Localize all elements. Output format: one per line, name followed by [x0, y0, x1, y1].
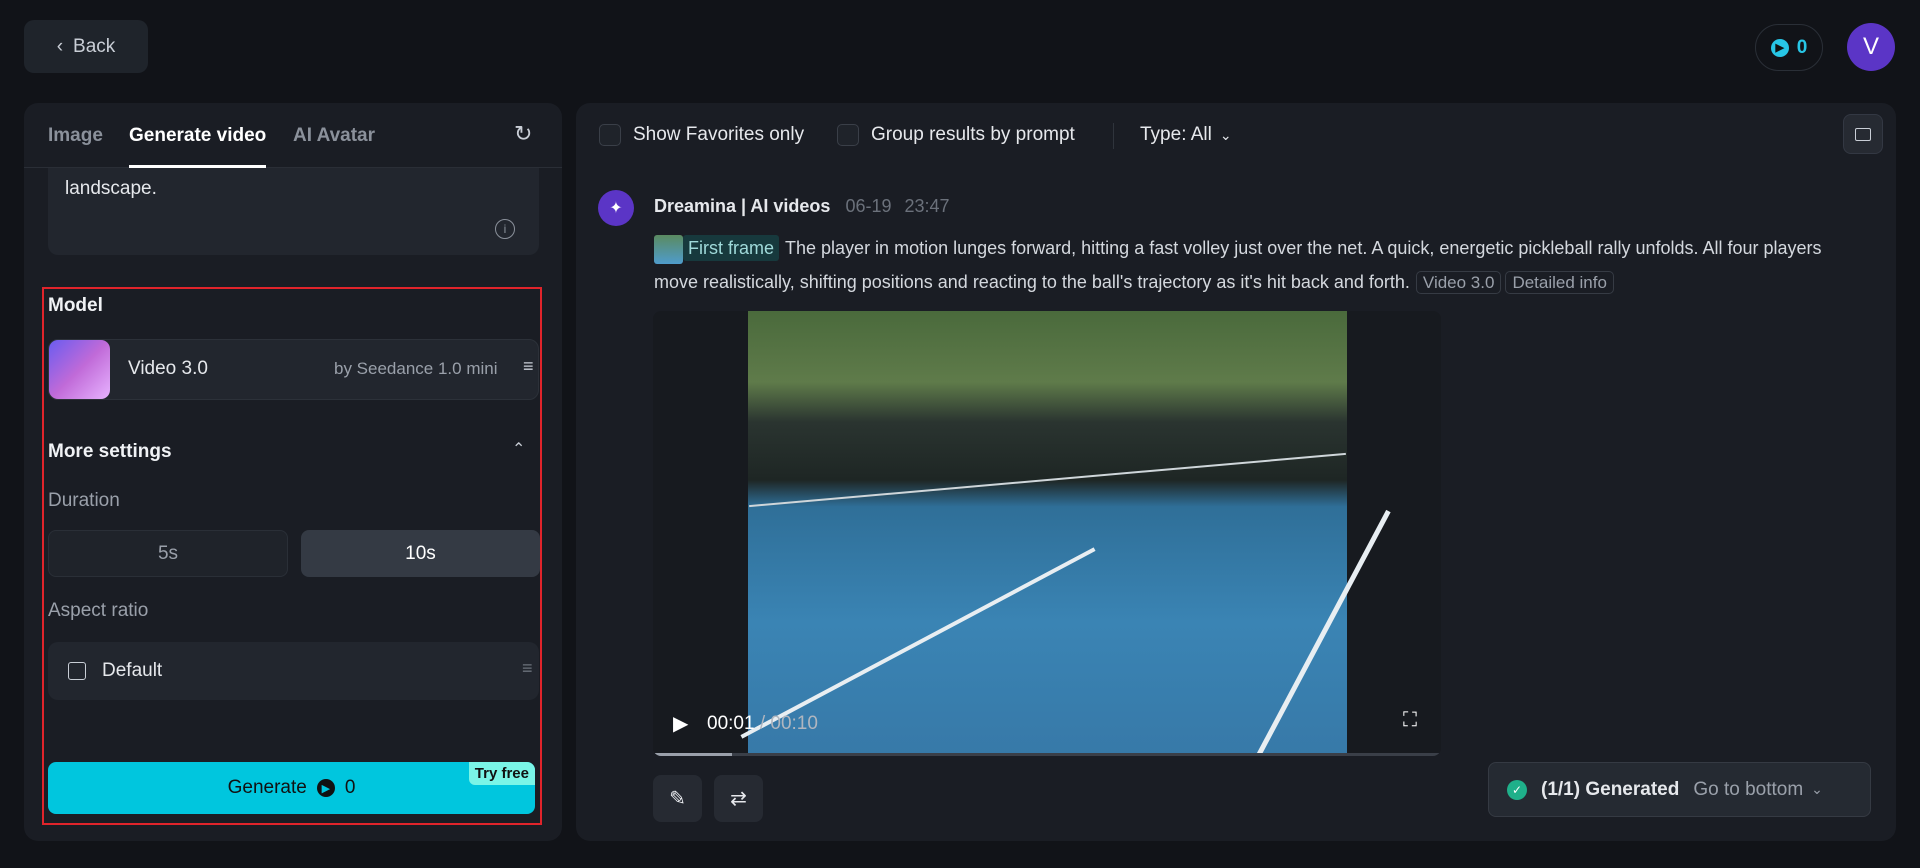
credit-coin-icon: ▶ — [316, 779, 335, 797]
result-time: 23:47 — [904, 196, 950, 216]
duration-10s-button[interactable]: 10s — [301, 530, 540, 577]
folder-button[interactable] — [1843, 114, 1883, 154]
check-circle-icon: ✓ — [1507, 779, 1527, 800]
model-selector[interactable]: Video 3.0 by Seedance 1.0 mini ≡ — [48, 339, 539, 400]
court-line — [1245, 509, 1391, 756]
credits-badge[interactable]: ▶ 0 — [1755, 24, 1823, 71]
model-tag: Video 3.0 — [1415, 271, 1502, 294]
video-player[interactable]: ▶ 00:01 / 00:10 ⛶ — [653, 311, 1441, 756]
model-label: Model — [48, 295, 103, 316]
video-progress-bar[interactable] — [653, 753, 1441, 756]
court-line — [740, 547, 1096, 739]
model-name: Video 3.0 — [128, 358, 208, 379]
divider — [1113, 123, 1114, 149]
chevron-left-icon: ‹ — [56, 35, 64, 57]
first-frame-tag[interactable]: First frame — [683, 235, 780, 261]
play-icon[interactable]: ▶ — [673, 711, 688, 736]
prompt-input[interactable]: landscape. i — [48, 168, 539, 255]
result-prompt: First frame The player in motion lunges f… — [654, 231, 1864, 300]
duration-5s-button[interactable]: 5s — [48, 530, 288, 577]
sliders-icon[interactable]: ≡ — [523, 356, 534, 377]
tab-ai-avatar[interactable]: AI Avatar — [293, 125, 375, 147]
fullscreen-icon[interactable]: ⛶ — [1403, 709, 1417, 732]
generation-status[interactable]: ✓ (1/1) Generated Go to bottom ⌄ — [1488, 762, 1871, 817]
folder-icon — [1855, 127, 1871, 141]
first-frame-thumbnail[interactable] — [654, 234, 683, 264]
go-to-bottom-link[interactable]: Go to bottom — [1693, 779, 1803, 801]
reset-icon[interactable]: ↻ — [514, 121, 532, 147]
dreamina-logo-icon: ✦ — [598, 190, 634, 226]
duration-label: Duration — [48, 490, 120, 511]
repeat-icon: ⇄ — [730, 788, 747, 810]
video-frame — [740, 311, 1391, 756]
result-header: Dreamina | AI videos 06-19 23:47 — [654, 196, 950, 217]
pencil-icon: ✎ — [669, 788, 686, 810]
chevron-down-icon: ⌄ — [1811, 781, 1823, 797]
generation-settings-panel: Image Generate video AI Avatar ↻ landsca… — [24, 103, 562, 841]
result-date: 06-19 — [845, 196, 892, 216]
aspect-ratio-label: Aspect ratio — [48, 600, 149, 621]
court-net — [749, 452, 1346, 508]
try-free-badge: Try free — [468, 762, 535, 785]
aspect-ratio-icon — [68, 662, 86, 680]
model-provider: by Seedance 1.0 mini — [334, 359, 498, 378]
info-icon[interactable]: i — [495, 219, 515, 239]
video-progress-fill — [653, 753, 732, 756]
tab-image[interactable]: Image — [48, 125, 103, 147]
user-avatar[interactable]: V — [1847, 23, 1895, 71]
detailed-info-button[interactable]: Detailed info — [1505, 271, 1614, 294]
checkbox[interactable] — [837, 124, 859, 146]
show-favorites-checkbox[interactable]: Show Favorites only — [599, 124, 804, 146]
type-filter-dropdown[interactable]: Type: All ⌄ — [1140, 124, 1232, 146]
mode-tabs: Image Generate video AI Avatar ↻ — [24, 103, 562, 168]
chevron-up-icon[interactable]: ⌃ — [512, 439, 525, 459]
video-time: 00:01 / 00:10 — [707, 713, 818, 734]
aspect-ratio-selector[interactable]: Default ≡ — [48, 642, 539, 700]
checkbox[interactable] — [599, 124, 621, 146]
generate-button[interactable]: Generate ▶ 0 Try free — [48, 762, 535, 814]
more-settings-label: More settings — [48, 441, 172, 462]
chevron-down-icon: ⌄ — [1219, 126, 1232, 143]
tab-generate-video[interactable]: Generate video — [129, 125, 267, 168]
result-author: Dreamina | AI videos — [654, 196, 831, 216]
group-results-checkbox[interactable]: Group results by prompt — [837, 124, 1075, 146]
regenerate-button[interactable]: ⇄ — [714, 775, 763, 822]
credit-coin-icon: ▶ — [1770, 38, 1789, 57]
results-panel: Show Favorites only Group results by pro… — [576, 103, 1896, 841]
model-thumbnail — [49, 340, 110, 399]
back-button[interactable]: ‹ Back — [24, 20, 148, 73]
edit-button[interactable]: ✎ — [653, 775, 702, 822]
sliders-icon[interactable]: ≡ — [522, 658, 533, 679]
